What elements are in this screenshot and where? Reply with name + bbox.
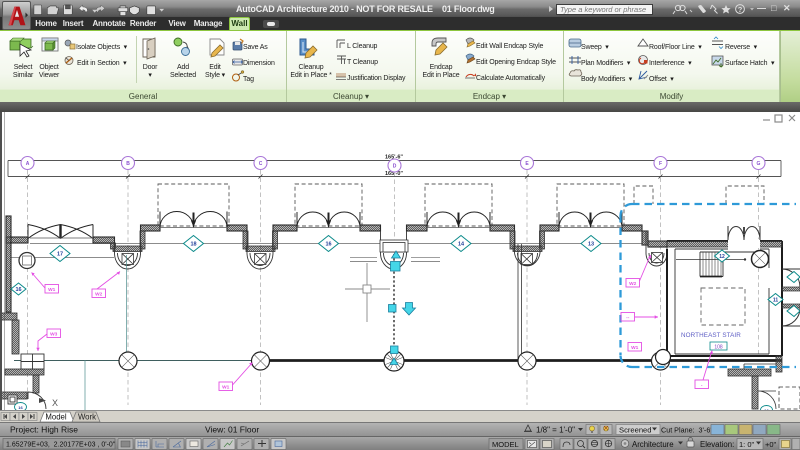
svg-text:W2: W2 bbox=[629, 281, 637, 287]
svg-text:Screened: Screened bbox=[619, 425, 652, 434]
svg-text:?: ? bbox=[738, 5, 743, 14]
svg-text:108: 108 bbox=[714, 344, 723, 350]
svg-text:NORTHEAST STAIR: NORTHEAST STAIR bbox=[681, 332, 741, 339]
svg-text:C: C bbox=[259, 161, 263, 167]
svg-text:W1: W1 bbox=[222, 385, 230, 391]
svg-text:1: 0": 1: 0" bbox=[739, 440, 755, 449]
svg-text:17: 17 bbox=[57, 252, 63, 258]
svg-text:W1: W1 bbox=[631, 345, 639, 351]
svg-text:12: 12 bbox=[719, 254, 725, 260]
svg-text:D: D bbox=[393, 164, 397, 170]
svg-text:B: B bbox=[126, 161, 130, 167]
svg-text:-: - bbox=[701, 384, 703, 389]
svg-text:1.65279E+03, 2.20177E+03 , 0': 1.65279E+03, 2.20177E+03 , 0'-0" bbox=[6, 441, 116, 448]
svg-text:1/8" = 1'-0": 1/8" = 1'-0" bbox=[536, 426, 575, 435]
svg-text:16: 16 bbox=[15, 287, 21, 293]
svg-text:F: F bbox=[659, 161, 662, 167]
svg-text:W3: W3 bbox=[50, 332, 58, 338]
svg-text:Elevation:: Elevation: bbox=[700, 440, 734, 449]
svg-text:G: G bbox=[757, 161, 761, 167]
svg-text:View: 01 Floor: View: 01 Floor bbox=[205, 425, 259, 435]
svg-text:W2: W2 bbox=[95, 292, 103, 298]
svg-text:11: 11 bbox=[773, 298, 779, 304]
svg-text:+0": +0" bbox=[765, 440, 777, 449]
svg-text:W1: W1 bbox=[48, 287, 56, 293]
svg-text:A: A bbox=[26, 161, 30, 167]
svg-text:14: 14 bbox=[458, 242, 465, 248]
svg-text:--: -- bbox=[626, 316, 630, 321]
svg-text:13: 13 bbox=[588, 242, 594, 248]
svg-text:Architecture: Architecture bbox=[632, 440, 674, 449]
svg-text:Project: High Rise: Project: High Rise bbox=[10, 425, 78, 435]
svg-text:16: 16 bbox=[325, 242, 331, 248]
svg-text:Work: Work bbox=[78, 413, 96, 422]
svg-text:MODEL: MODEL bbox=[492, 440, 519, 449]
svg-text:18: 18 bbox=[190, 242, 196, 248]
svg-text:Model: Model bbox=[45, 413, 67, 422]
svg-text:Cut Plane: 3'-6": Cut Plane: 3'-6" bbox=[661, 425, 713, 434]
